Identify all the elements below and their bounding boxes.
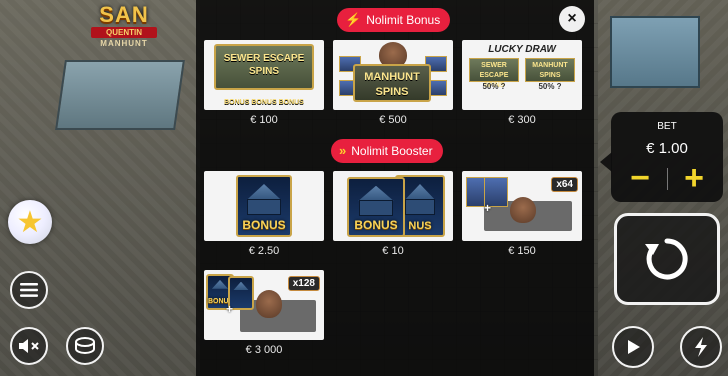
prison-building: [55, 60, 185, 130]
bet-divider: [667, 168, 668, 190]
lightning-icon: ⚡: [345, 12, 362, 27]
buy-card-lucky-draw[interactable]: LUCKY DRAW SEWER ESCAPE SPINS 50% ? MANH…: [462, 40, 582, 110]
buy-card-booster-bonus[interactable]: BONUS: [204, 171, 324, 241]
lucky-odds: 50% ?: [482, 82, 506, 91]
section-title: Nolimit Bonus: [366, 13, 441, 27]
buy-card-manhunt[interactable]: MANHUNT SPINS: [333, 40, 453, 110]
lucky-chip-text: SPINS: [539, 72, 561, 79]
buy-card-booster-x128[interactable]: BONUS + x128: [204, 270, 324, 340]
house-label: BONUS: [242, 218, 286, 232]
house-body: [358, 200, 394, 216]
menu-button[interactable]: [10, 271, 48, 309]
card-art-text: SEWER ESCAPE: [223, 53, 305, 64]
house-roof: [233, 281, 249, 290]
price-label: € 150: [508, 245, 536, 257]
star-icon: ★: [16, 205, 44, 239]
bonus-house-card: BONUS: [236, 175, 292, 237]
plus-icon: +: [684, 159, 704, 197]
coin-stack-icon: [75, 337, 95, 355]
prisoner-portrait: [510, 197, 536, 223]
lucky-draw-option-manhunt: MANHUNT SPINS 50% ?: [524, 58, 576, 104]
buy-card-booster-x64[interactable]: + x64: [462, 171, 582, 241]
lightning-icon: [695, 337, 707, 357]
price-label: € 300: [508, 114, 536, 126]
mute-speaker-icon: [19, 339, 39, 353]
sewer-escape-art: SEWER ESCAPE SPINS: [214, 44, 314, 90]
lucky-draw-option-sewer: SEWER ESCAPE SPINS 50% ?: [468, 58, 520, 104]
price-label: € 3 000: [245, 344, 283, 356]
lucky-draw-title: LUCKY DRAW: [488, 44, 556, 55]
bonus-strip: BONUS BONUS BONUS: [224, 99, 304, 106]
decrease-bet-button[interactable]: −: [625, 161, 655, 195]
increase-bet-button[interactable]: +: [679, 161, 709, 195]
house-roof: [357, 185, 395, 202]
plus-mark: +: [484, 201, 492, 215]
play-icon: [628, 340, 640, 354]
logo-sub: MANHUNT: [100, 39, 148, 48]
card-art-text: MANHUNT: [364, 71, 420, 83]
close-button[interactable]: ×: [559, 6, 585, 32]
bonus-house-card: BONUS: [347, 177, 405, 237]
price-label: € 500: [379, 114, 407, 126]
multiplier-badge: x64: [551, 177, 578, 192]
lucky-chip-text: MANHUNT: [532, 62, 568, 69]
house-body: [247, 199, 281, 216]
manhunt-art: MANHUNT SPINS: [353, 64, 431, 102]
price-label: € 2.50: [248, 245, 280, 257]
house-roof: [404, 183, 436, 201]
bet-value: € 1.00: [646, 140, 688, 157]
lucky-chip-text: SEWER ESCAPE: [479, 62, 509, 79]
plus-mark: +: [226, 302, 234, 316]
minus-icon: −: [630, 159, 650, 197]
multiplier-badge: x128: [287, 276, 320, 291]
section-title: Nolimit Booster: [351, 144, 433, 158]
card-art-text: SPINS: [248, 66, 279, 77]
bet-panel: BET € 1.00 − +: [611, 112, 723, 202]
double-chevron-icon: »: [339, 143, 347, 158]
lucky-chip: SEWER ESCAPE SPINS: [469, 58, 519, 89]
buy-card-sewer-escape[interactable]: SEWER ESCAPE SPINS BONUS BONUS BONUS: [204, 40, 324, 110]
guard-tower: [610, 16, 700, 88]
price-label: € 10: [382, 245, 404, 257]
lucky-chip: MANHUNT SPINS: [525, 58, 575, 82]
lucky-odds: 50% ?: [538, 82, 562, 91]
close-icon: ×: [567, 10, 577, 27]
logo-band: QUENTIN: [91, 27, 157, 38]
nolimit-booster-header: » Nolimit Booster: [331, 139, 443, 163]
hamburger-icon: [20, 283, 38, 297]
buy-card-booster-double-bonus[interactable]: NUS BONUS: [333, 171, 453, 241]
nolimit-bonus-header: ⚡ Nolimit Bonus: [337, 8, 451, 32]
spin-button[interactable]: [614, 213, 720, 305]
logo-main: SAN: [99, 2, 149, 27]
autoplay-button[interactable]: [612, 326, 654, 368]
price-label: € 100: [250, 114, 278, 126]
sound-toggle-button[interactable]: [10, 327, 48, 365]
favorite-star-button[interactable]: ★: [8, 200, 52, 244]
bet-label: BET: [657, 121, 677, 132]
turbo-button[interactable]: [680, 326, 722, 368]
spin-arrow-icon: [645, 238, 688, 280]
game-logo: SAN QUENTIN MANHUNT: [88, 4, 160, 62]
prisoner-portrait: [256, 290, 282, 318]
house-roof: [246, 183, 282, 201]
card-art-text: SPINS: [375, 86, 409, 98]
coin-value-button[interactable]: [66, 327, 104, 365]
house-body: [405, 199, 435, 216]
house-label: BONUS: [354, 218, 398, 232]
